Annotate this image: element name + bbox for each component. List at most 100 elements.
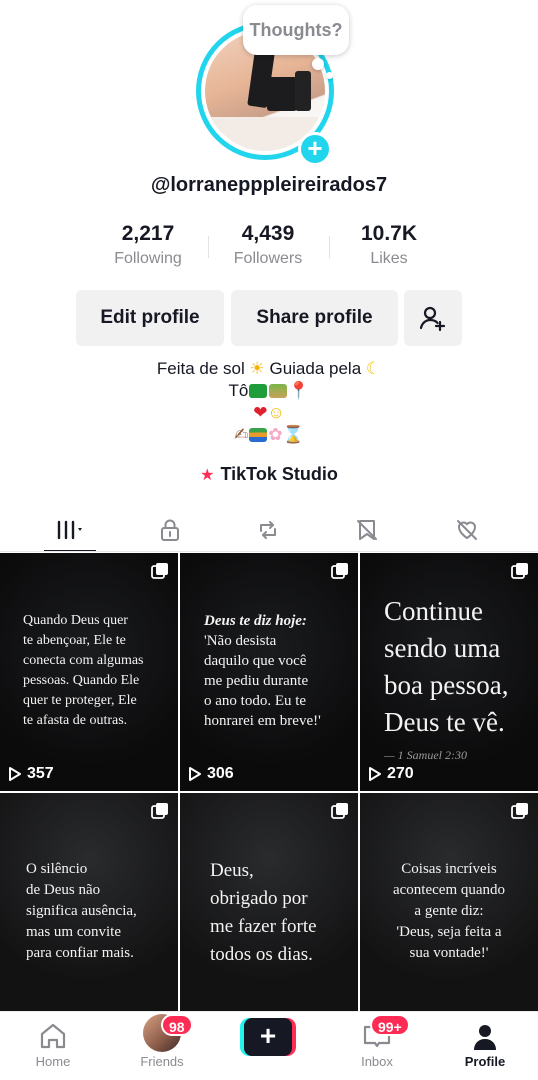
view-count-value: 306 bbox=[207, 765, 234, 782]
view-count: 357 bbox=[8, 765, 54, 783]
play-icon bbox=[189, 767, 201, 781]
thoughts-bubble[interactable]: Thoughts? bbox=[243, 5, 349, 55]
stat-followers[interactable]: 4,439 Followers bbox=[208, 222, 328, 268]
post-text-line: conecta com algumas bbox=[23, 653, 144, 668]
view-count-value: 270 bbox=[387, 765, 414, 782]
nav-inbox[interactable]: Inbox 99+ bbox=[332, 1012, 422, 1080]
nav-inbox-label: Inbox bbox=[361, 1054, 393, 1069]
tiktok-studio-link[interactable]: ★ TikTok Studio bbox=[0, 464, 538, 485]
bio: Feita de sol ☀ Guiada pela ☾ Tô 📍 ❤☺ ✍ ✿⌛ bbox=[0, 358, 538, 446]
bio-line: ✍ ✿⌛ bbox=[0, 424, 538, 446]
writing-hand-icon: ✍ bbox=[234, 425, 249, 444]
nav-home-label: Home bbox=[35, 1054, 71, 1069]
lock-icon bbox=[161, 519, 179, 541]
post-text-line: o ano todo. Eu te bbox=[204, 693, 307, 709]
share-profile-button[interactable]: Share profile bbox=[231, 290, 398, 346]
post-text-line: Continue bbox=[384, 596, 483, 626]
bio-line: ❤☺ bbox=[0, 402, 538, 424]
bottom-nav: Home Friends 98 + Inbox 99+ Profile bbox=[0, 1011, 538, 1080]
following-count: 2,217 bbox=[121, 222, 175, 245]
stat-likes[interactable]: 10.7K Likes bbox=[329, 222, 449, 268]
friends-badge: 98 bbox=[161, 1014, 193, 1036]
post-text-line: pessoas. Quando Ele bbox=[23, 673, 140, 688]
stat-following[interactable]: 2,217 Following bbox=[88, 222, 208, 268]
view-count: 306 bbox=[188, 765, 234, 783]
tab-liked[interactable] bbox=[422, 508, 512, 552]
add-avatar-plus-icon[interactable]: + bbox=[298, 132, 332, 166]
tab-private[interactable] bbox=[125, 508, 215, 552]
nav-friends[interactable]: Friends 98 bbox=[117, 1012, 207, 1080]
post-text-line: obrigado por bbox=[210, 888, 308, 909]
studio-icon: ★ bbox=[200, 467, 215, 484]
heart-hidden-icon bbox=[457, 520, 477, 540]
desert-island-icon bbox=[269, 384, 288, 398]
pin-icon: 📍 bbox=[288, 381, 310, 400]
post-text-line: todos os dias. bbox=[210, 944, 313, 965]
tab-videos[interactable] bbox=[26, 508, 116, 552]
profile-stats: 2,217 Following 4,439 Followers 10.7K Li… bbox=[0, 222, 538, 278]
hourglass-icon: ⌛ bbox=[282, 425, 304, 444]
likes-label: Likes bbox=[370, 250, 408, 267]
post-text-line: te abençoar, Ele te bbox=[23, 633, 126, 648]
bio-line: Tô 📍 bbox=[0, 380, 538, 402]
photo-carousel-icon bbox=[151, 563, 168, 579]
thought-bubble-dot bbox=[326, 72, 333, 79]
brazil-flag-icon bbox=[249, 384, 268, 398]
post-text-line: significa ausência, bbox=[26, 903, 137, 919]
nav-home[interactable]: Home bbox=[8, 1012, 98, 1080]
video-thumbnail[interactable]: O silêncio de Deus não significa ausênci… bbox=[0, 793, 178, 1012]
video-thumbnail[interactable]: Continue sendo uma boa pessoa, Deus te v… bbox=[360, 553, 538, 791]
books-icon bbox=[249, 428, 268, 442]
post-text-line: daquilo que você bbox=[204, 653, 307, 669]
heart-icon: ❤ bbox=[253, 403, 268, 422]
post-reference: — 1 Samuel 2:30 bbox=[384, 748, 467, 762]
profile-tabs bbox=[0, 508, 538, 552]
post-text-line: Deus te vê. bbox=[384, 707, 505, 737]
post-text-line: Quando Deus quer bbox=[23, 613, 128, 628]
nav-profile-label: Profile bbox=[464, 1054, 506, 1069]
post-text-line: 'Não desista bbox=[204, 633, 277, 649]
post-text-line: Deus, bbox=[210, 860, 254, 881]
grid-icon bbox=[57, 520, 82, 540]
moon-icon: ☾ bbox=[365, 359, 382, 378]
post-text-line: Coisas incríveis bbox=[401, 861, 497, 877]
post-text-line: me pediu durante bbox=[204, 673, 309, 689]
post-text-line: para confiar mais. bbox=[26, 945, 134, 961]
nav-profile[interactable]: Profile bbox=[440, 1012, 530, 1080]
tab-saved[interactable] bbox=[322, 508, 412, 552]
photo-carousel-icon bbox=[331, 803, 348, 819]
add-friend-button[interactable] bbox=[404, 290, 462, 346]
post-text-line: mas um convite bbox=[26, 924, 121, 940]
post-text-line: 'Deus, seja feita a bbox=[396, 924, 502, 940]
post-text-line: a gente diz: bbox=[414, 903, 484, 919]
edit-profile-button[interactable]: Edit profile bbox=[76, 290, 224, 346]
post-text-line: O silêncio bbox=[26, 861, 88, 877]
photo-carousel-icon bbox=[331, 563, 348, 579]
followers-label: Followers bbox=[233, 250, 303, 267]
plus-icon: + bbox=[244, 1018, 292, 1056]
photo-carousel-icon bbox=[511, 803, 528, 819]
play-icon bbox=[9, 767, 21, 781]
tab-reposts[interactable] bbox=[223, 508, 313, 552]
followers-count: 4,439 bbox=[241, 222, 295, 245]
post-text-line: quer te proteger, Ele bbox=[23, 693, 137, 708]
video-thumbnail[interactable]: Quando Deus quer te abençoar, Ele te con… bbox=[0, 553, 178, 791]
username: @lorranepppleireirados7 bbox=[150, 174, 388, 196]
bookmark-hidden-icon bbox=[357, 520, 377, 540]
tiktok-studio-label: TikTok Studio bbox=[220, 464, 338, 484]
video-thumbnail[interactable]: Deus, obrigado por me fazer forte todos … bbox=[180, 793, 358, 1012]
post-text-line: honrarei em breve!' bbox=[204, 713, 321, 729]
profile-header: + Thoughts? bbox=[0, 0, 538, 200]
post-text-line: sendo uma bbox=[384, 633, 501, 663]
following-label: Following bbox=[114, 250, 182, 267]
home-icon bbox=[40, 1023, 66, 1049]
bio-text: Feita de sol bbox=[156, 359, 245, 378]
play-icon bbox=[369, 767, 381, 781]
post-text-line: te afasta de outras. bbox=[23, 713, 128, 728]
post-text-line: me fazer forte bbox=[210, 916, 317, 937]
video-thumbnail[interactable]: Deus te diz hoje: 'Não desista daquilo q… bbox=[180, 553, 358, 791]
nav-friends-label: Friends bbox=[140, 1054, 184, 1069]
bio-text: Guiada pela bbox=[269, 359, 362, 378]
video-thumbnail[interactable]: Coisas incríveis acontecem quando a gent… bbox=[360, 793, 538, 1012]
create-post-button[interactable]: + bbox=[240, 1018, 296, 1056]
